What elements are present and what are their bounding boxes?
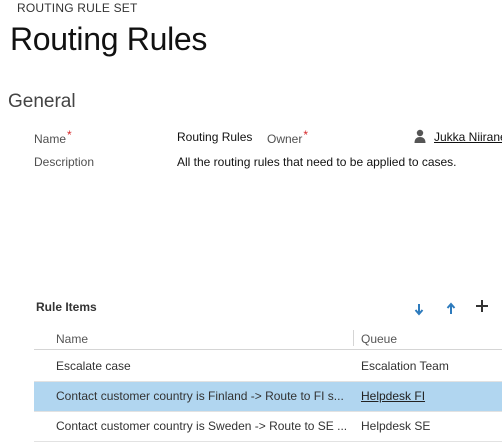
rule-name-cell[interactable]: Escalate case	[56, 359, 356, 373]
rule-name-cell[interactable]: Contact customer country is Sweden -> Ro…	[56, 419, 356, 433]
queue-cell[interactable]: Helpdesk SE	[361, 419, 430, 433]
queue-cell[interactable]: Escalation Team	[361, 359, 449, 373]
table-row-selected[interactable]: Contact customer country is Finland -> R…	[34, 382, 502, 412]
required-indicator: *	[303, 128, 309, 142]
queue-link[interactable]: Helpdesk FI	[361, 389, 425, 403]
description-field-label: Description	[34, 155, 95, 169]
column-header-queue[interactable]: Queue	[361, 332, 397, 346]
rule-name-cell[interactable]: Contact customer country is Finland -> R…	[56, 389, 356, 403]
plus-icon[interactable]	[475, 299, 489, 313]
column-divider[interactable]	[353, 330, 354, 346]
owner-field[interactable]: Jukka Niiranen	[434, 130, 502, 144]
table-row[interactable]: Escalate case Escalation Team	[34, 352, 502, 382]
name-label-text: Name	[34, 132, 67, 146]
description-field[interactable]: All the routing rules that need to be ap…	[177, 155, 457, 169]
owner-label-text: Owner	[267, 132, 303, 146]
column-header-name[interactable]: Name	[56, 332, 88, 346]
entity-type-label: ROUTING RULE SET	[17, 1, 138, 15]
person-icon	[414, 129, 426, 143]
arrow-down-icon[interactable]	[412, 302, 426, 316]
required-indicator: *	[67, 128, 72, 142]
page-title: Routing Rules	[10, 21, 208, 57]
arrow-up-icon[interactable]	[444, 302, 458, 316]
grid-header: Name Queue	[34, 327, 502, 350]
owner-link[interactable]: Jukka Niiranen	[434, 130, 502, 144]
name-field[interactable]: Routing Rules	[177, 130, 252, 144]
section-title-general: General	[8, 91, 76, 112]
table-row[interactable]: Contact customer country is Sweden -> Ro…	[34, 412, 502, 442]
rule-items-title: Rule Items	[36, 300, 97, 314]
owner-field-label: Owner*	[267, 128, 309, 148]
name-field-label: Name*	[34, 128, 72, 148]
